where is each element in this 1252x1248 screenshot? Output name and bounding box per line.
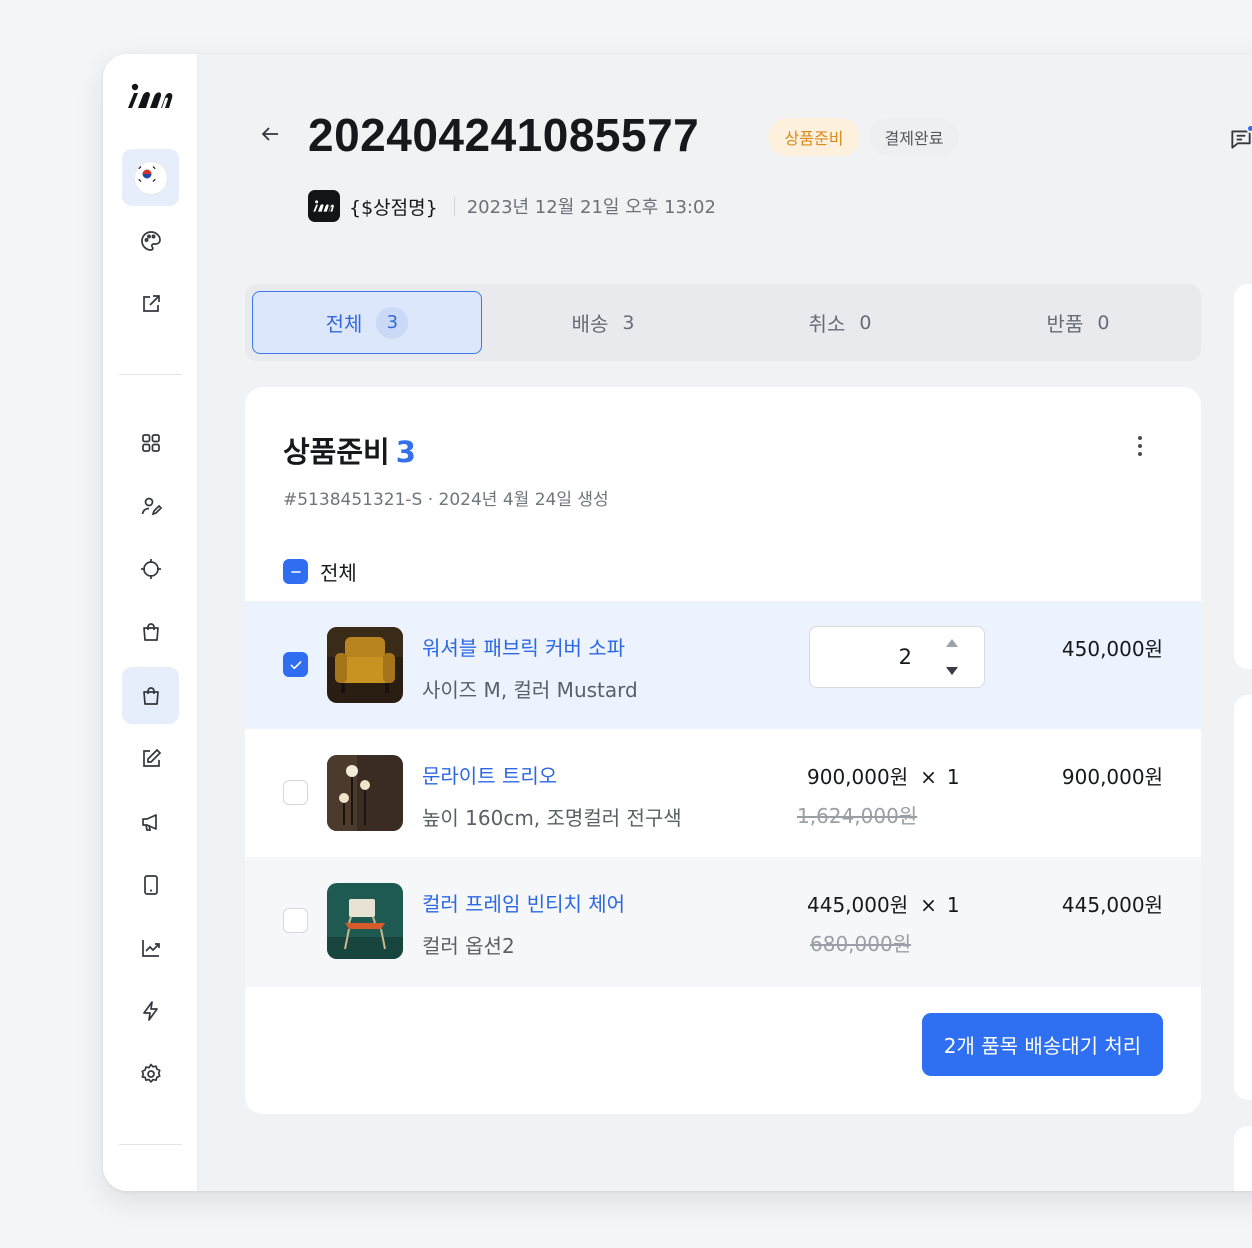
order-date: 2023년 12월 21일 오후 13:02	[466, 197, 716, 218]
original-price: 1,624,000원	[797, 804, 918, 828]
table-row: 컬러 프레임 빈티치 체어 컬러 옵션2 445,000원 × 1 680,000원…	[245, 857, 1201, 987]
stepper-down-icon[interactable]	[946, 667, 958, 675]
select-all-checkbox[interactable]	[283, 559, 308, 584]
sidebar-divider	[119, 1144, 182, 1145]
bag-icon[interactable]	[122, 603, 179, 660]
quantity-stepper[interactable]: 2	[809, 626, 985, 688]
lightning-icon[interactable]	[122, 982, 179, 1039]
external-link-icon[interactable]	[122, 275, 179, 332]
tab-return[interactable]: 반품 0	[963, 291, 1193, 354]
orders-nav-item[interactable]	[122, 667, 179, 724]
shop-name: {$상점명}	[349, 196, 438, 219]
tab-count: 3	[376, 306, 409, 339]
tab-cancel[interactable]: 취소 0	[725, 291, 955, 354]
more-options-icon[interactable]	[1133, 433, 1147, 459]
tab-count: 0	[859, 311, 872, 334]
status-badge-preparing: 상품준비	[768, 118, 860, 156]
brand-logo[interactable]	[125, 81, 177, 113]
tab-all[interactable]: 전체 3	[252, 291, 482, 354]
card-title: 상품준비 3	[283, 429, 416, 471]
ready-to-ship-button[interactable]: 2개 품목 배송대기 처리	[922, 1013, 1163, 1076]
tab-label: 배송	[571, 312, 609, 336]
tab-count: 3	[622, 311, 635, 334]
product-name-link[interactable]: 컬러 프레임 빈티치 체어	[422, 888, 625, 917]
tablet-icon[interactable]	[122, 856, 179, 913]
times-sign: ×	[920, 765, 937, 789]
language-selector[interactable]	[122, 149, 179, 206]
card-title-count: 3	[395, 435, 416, 469]
shop-logo-icon	[308, 190, 340, 222]
product-image-sofa[interactable]	[327, 627, 403, 703]
side-panel-card	[1234, 1126, 1252, 1191]
unit-price-qty: 445,000원 × 1	[807, 889, 960, 918]
item-checkbox[interactable]	[283, 908, 308, 933]
gear-icon[interactable]	[122, 1045, 179, 1102]
flag-kr-icon	[134, 161, 167, 194]
sidebar	[103, 54, 198, 1191]
tab-shipping[interactable]: 배송 3	[488, 291, 718, 354]
product-image-chair[interactable]	[327, 883, 403, 959]
product-option: 컬러 옵션2	[422, 934, 515, 958]
divider	[453, 196, 455, 216]
shop-info: {$상점명} 2023년 12월 21일 오후 13:02	[308, 190, 716, 222]
app-window: 202404241085577 상품준비 결제완료 {$상점명} 2023년 1…	[103, 54, 1252, 1191]
user-edit-icon[interactable]	[122, 477, 179, 534]
select-all-label: 전체	[320, 561, 357, 585]
unit-price: 900,000원	[807, 765, 909, 789]
item-checkbox[interactable]	[283, 780, 308, 805]
side-panel-card	[1234, 695, 1252, 1100]
crosshair-icon[interactable]	[122, 540, 179, 597]
quantity: 1	[946, 765, 960, 789]
grid-icon[interactable]	[122, 414, 179, 471]
status-badge-paid: 결제완료	[869, 118, 959, 156]
order-tabs: 전체 3 배송 3 취소 0 반품 0	[245, 284, 1201, 361]
megaphone-icon[interactable]	[122, 793, 179, 850]
line-total: 445,000원	[1061, 893, 1163, 917]
unit-price: 445,000원	[807, 893, 909, 917]
quantity: 1	[946, 893, 960, 917]
table-row: 워셔블 패브릭 커버 소파 사이즈 M, 컬러 Mustard 2 450,00…	[245, 601, 1201, 729]
side-panel-card	[1234, 284, 1252, 669]
bag-icon	[139, 684, 163, 708]
times-sign: ×	[920, 893, 937, 917]
main-content: 202404241085577 상품준비 결제완료 {$상점명} 2023년 1…	[198, 54, 1252, 1191]
product-name-link[interactable]: 워셔블 패브릭 커버 소파	[422, 632, 625, 661]
sidebar-divider	[119, 374, 182, 375]
stepper-up-icon[interactable]	[946, 639, 958, 647]
tab-label: 반품	[1046, 312, 1084, 336]
tab-count: 0	[1097, 311, 1110, 334]
chart-icon[interactable]	[122, 919, 179, 976]
product-name-link[interactable]: 문라이트 트리오	[422, 760, 557, 789]
edit-icon[interactable]	[122, 730, 179, 787]
card-title-text: 상품준비	[283, 435, 390, 469]
card-subtitle: #5138451321-S · 2024년 4월 24일 생성	[283, 490, 609, 510]
unit-price-qty: 900,000원 × 1	[807, 761, 960, 790]
order-number-title: 202404241085577	[308, 109, 700, 161]
select-all: 전체	[283, 557, 357, 586]
back-arrow-icon[interactable]	[258, 122, 282, 146]
line-total: 450,000원	[1061, 637, 1163, 661]
quantity-value: 2	[898, 645, 912, 669]
order-items-card: 상품준비 3 #5138451321-S · 2024년 4월 24일 생성 전체	[245, 387, 1201, 1114]
notification-dot	[1246, 124, 1252, 133]
palette-icon[interactable]	[122, 212, 179, 269]
line-total: 900,000원	[1061, 765, 1163, 789]
product-option: 사이즈 M, 컬러 Mustard	[422, 678, 638, 702]
tab-label: 전체	[325, 312, 363, 336]
product-image-lamp[interactable]	[327, 755, 403, 831]
item-checkbox[interactable]	[283, 652, 308, 677]
table-row: 문라이트 트리오 높이 160cm, 조명컬러 전구색 900,000원 × 1 1…	[245, 729, 1201, 857]
tab-label: 취소	[808, 312, 846, 336]
product-option: 높이 160cm, 조명컬러 전구색	[422, 806, 682, 830]
original-price: 680,000원	[810, 932, 912, 956]
